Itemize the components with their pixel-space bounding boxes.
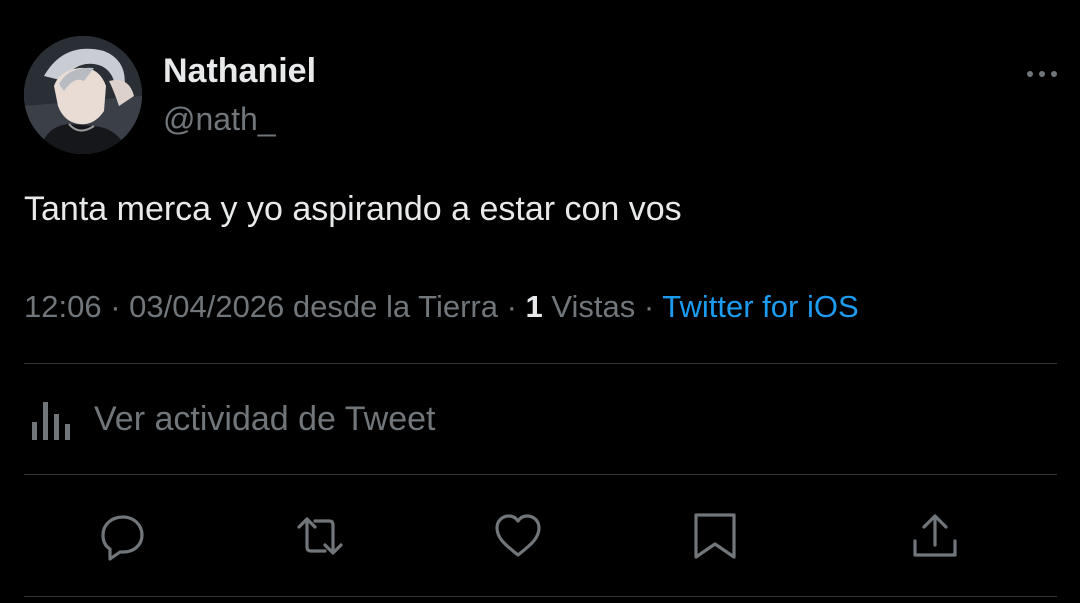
views-count: 1: [525, 289, 543, 324]
source-link[interactable]: Twitter for iOS: [662, 289, 858, 324]
avatar-image: [24, 36, 142, 154]
divider: [24, 474, 1057, 475]
tweet-location: desde la Tierra: [284, 289, 498, 324]
display-name[interactable]: Nathaniel: [163, 52, 316, 91]
like-icon: [495, 514, 541, 557]
tweet-actions: [0, 505, 1080, 569]
analytics-icon: [32, 402, 70, 440]
user-handle[interactable]: @nath_: [163, 101, 276, 138]
retweet-icon: [297, 517, 343, 555]
reply-button[interactable]: [98, 511, 148, 561]
meta-separator: ·: [635, 289, 663, 324]
avatar[interactable]: [24, 36, 142, 154]
tweet-activity-link[interactable]: Ver actividad de Tweet: [30, 394, 435, 444]
reply-icon: [101, 515, 144, 561]
tweet-date[interactable]: 03/04/2026: [129, 289, 284, 324]
tweet-activity-label: Ver actividad de Tweet: [94, 399, 436, 438]
meta-separator: ·: [497, 289, 526, 324]
tweet-time[interactable]: 12:06: [24, 289, 102, 324]
retweet-button[interactable]: [295, 511, 345, 561]
more-options-icon[interactable]: [1024, 62, 1060, 86]
tweet-meta: 12:06 · 03/04/2026 desde la Tierra · 1 V…: [24, 289, 859, 325]
meta-separator: ·: [101, 289, 130, 324]
bookmark-button[interactable]: [690, 511, 740, 561]
tweet-text: Tanta merca y yo aspirando a estar con v…: [24, 190, 682, 228]
divider: [24, 363, 1057, 364]
share-icon: [913, 514, 957, 557]
divider: [24, 596, 1057, 597]
like-button[interactable]: [493, 511, 543, 561]
bookmark-icon: [694, 513, 736, 559]
share-button[interactable]: [910, 511, 960, 561]
views-label: Vistas: [542, 289, 636, 324]
